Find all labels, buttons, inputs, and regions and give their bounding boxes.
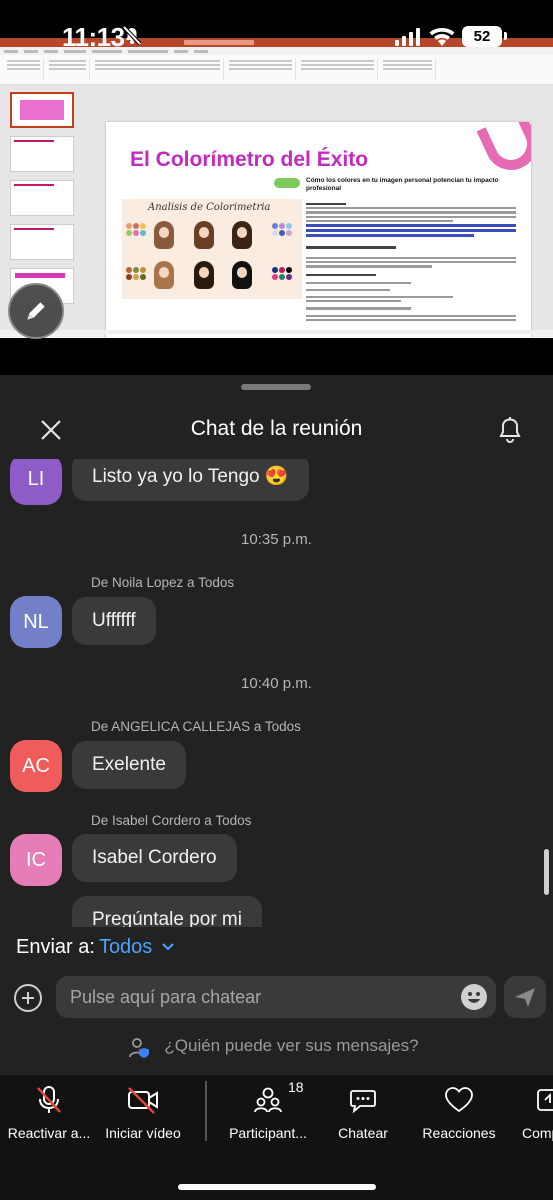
message-bubble[interactable]: Isabel Cordero [72,834,237,882]
message-bubble[interactable]: Uffffff [72,597,156,645]
participants-count-badge: 18 [288,1079,304,1095]
slide-thumbnail [10,92,74,128]
battery-tip [504,32,507,40]
chat-title: Chat de la reunión [190,417,363,440]
slide-title: El Colorímetro del Éxito [130,148,369,171]
slide-body-text [306,201,516,321]
chevron-down-icon[interactable] [160,941,176,953]
status-bar: 11:13 52 [0,0,553,52]
muted-microphone-icon [37,1086,61,1113]
send-icon [515,988,535,1007]
message-sender: De ANGELICA CALLEJAS a Todos [91,719,301,734]
who-can-see-label: ¿Quién puede ver sus mensajes? [164,1036,419,1055]
scrollbar[interactable] [544,849,549,895]
message-sender: De Noila Lopez a Todos [91,575,235,590]
heart-icon [445,1087,473,1113]
share-button[interactable]: Comp [518,1083,553,1143]
message-bubble[interactable]: Pregúntale por mi [72,896,262,927]
participants-icon [254,1087,282,1113]
send-to-label: Enviar a: [16,936,95,958]
person-shield-icon [129,1038,149,1058]
colorimetry-image: Analisis de Colorimetria [122,199,302,299]
start-video-label: Iniciar vídeo [105,1125,181,1141]
emoji-icon[interactable] [460,983,488,1011]
chat-label: Chatear [338,1125,388,1141]
slide-thumbnail [10,180,74,216]
pencil-icon [27,302,45,320]
drag-handle[interactable] [241,384,311,390]
message-sender: De Isabel Cordero a Todos [91,813,252,828]
meeting-toolbar: Reactivar a... Iniciar vídeo Participant… [0,1075,553,1200]
chat-panel: Chat de la reunión LI Listo ya yo lo Ten… [0,375,553,1075]
send-button[interactable] [504,976,546,1018]
chat-message: Pregúntale por mi [0,896,553,927]
annotate-button[interactable] [8,283,64,339]
slide-subtitle: Cómo los colores en tu imagen personal p… [306,177,499,192]
chat-header: Chat de la reunión [0,411,553,447]
chat-message: NL Uffffff [0,596,553,648]
chat-message: AC Exelente [0,740,553,792]
chat-input-row [0,975,553,1019]
time-separator: 10:35 p.m. [241,531,312,548]
unmute-button[interactable]: Reactivar a... [2,1083,96,1143]
close-icon[interactable] [38,417,64,443]
slide-thumbnail [10,224,74,260]
notification-bell-icon[interactable] [496,415,524,445]
avatar: IC [10,834,62,886]
cell-signal-icon [395,28,420,46]
chat-button[interactable]: Chatear [328,1083,398,1143]
video-off-icon [128,1087,158,1114]
share-label: Comp [522,1125,553,1141]
chat-message: IC Isabel Cordero [0,834,553,886]
who-can-see-link[interactable]: ¿Quién puede ver sus mensajes? [0,1036,553,1058]
message-list[interactable]: LI Listo ya yo lo Tengo 😍 10:35 p.m. De … [0,459,553,927]
slide-decoration [476,122,531,179]
home-indicator[interactable] [178,1184,376,1190]
slide-thumbnails [6,88,78,312]
status-time: 11:13 [62,22,125,52]
chat-message: LI Listo ya yo lo Tengo 😍 [0,459,553,505]
reactions-label: Reacciones [422,1125,496,1141]
avatar: AC [10,740,62,792]
chat-input[interactable] [56,976,496,1018]
slide-thumbnail [10,136,74,172]
share-screen-icon [537,1089,553,1111]
reactions-button[interactable]: Reacciones [418,1083,500,1143]
chat-bubbles-icon [350,1090,376,1114]
time-separator: 10:40 p.m. [241,675,312,692]
unmute-label: Reactivar a... [7,1125,91,1141]
ppt-status-bar [0,330,553,334]
current-slide: El Colorímetro del Éxito Cómo los colore… [106,122,531,338]
participants-label: Participant... [229,1125,307,1141]
ppt-workspace: El Colorímetro del Éxito Cómo los colore… [0,85,553,338]
powerpoint-window: El Colorímetro del Éxito Cómo los colore… [0,38,553,338]
wifi-icon [429,28,455,46]
silent-bell-icon [122,25,142,46]
avatar: NL [10,596,62,648]
battery-indicator: 52 [462,26,502,47]
toolbar-divider [205,1081,207,1141]
send-to-selector[interactable]: Enviar a: Todos [16,936,176,959]
start-video-button[interactable]: Iniciar vídeo [98,1083,188,1143]
image-caption: Analisis de Colorimetria [148,202,271,213]
add-icon[interactable] [14,984,42,1012]
shared-screen: El Colorímetro del Éxito Cómo los colore… [0,0,553,375]
send-to-value[interactable]: Todos [99,936,152,958]
ppt-ribbon [0,55,553,85]
slide-accent-pill [274,178,300,188]
message-bubble[interactable]: Listo ya yo lo Tengo 😍 [72,459,309,501]
message-bubble[interactable]: Exelente [72,741,186,789]
avatar: LI [10,459,62,505]
